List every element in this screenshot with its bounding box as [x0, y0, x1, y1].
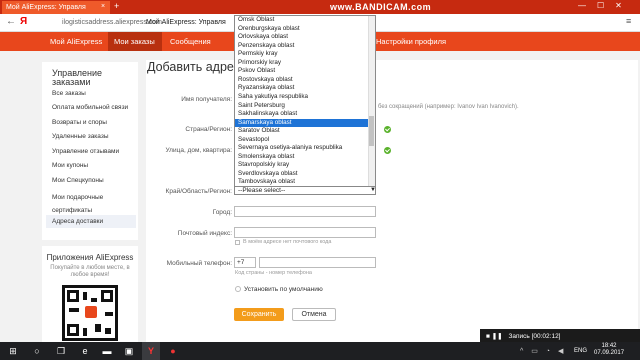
sidebar-item-mobile-payment[interactable]: Оплата мобильной связи [52, 104, 128, 111]
zip-label: Почтовый индекс: [177, 230, 232, 237]
start-windows-icon[interactable]: ⊞ [4, 342, 22, 360]
nav-my-aliexpress[interactable]: Мой AliExpress [50, 32, 110, 51]
dropdown-option[interactable]: Penzenskaya oblast [235, 42, 369, 51]
system-tray-icons[interactable]: ^ ▭ ◔ ◀ [520, 347, 566, 355]
default-radio[interactable] [235, 286, 241, 292]
minimize-icon[interactable]: — [578, 1, 586, 10]
nav-my-orders[interactable]: Мои заказы [108, 32, 162, 51]
window-controls[interactable]: — ☐ ✕ [578, 1, 622, 10]
yandex-browser-taskbar-icon[interactable]: Y [142, 342, 160, 360]
region-label: Край/Область/Регион: [165, 188, 232, 195]
edge-icon[interactable]: e [76, 342, 94, 360]
recording-time: Запись [00:02:12] [508, 333, 561, 340]
search-icon[interactable]: ○ [28, 342, 46, 360]
record-icon[interactable]: ■ ❚❚ [486, 333, 503, 340]
dropdown-option[interactable]: Saint Petersburg [235, 102, 369, 111]
dropdown-option-selected[interactable]: Samarskaya oblast [235, 118, 369, 128]
dropdown-option[interactable]: Rostovskaya oblast [235, 76, 369, 85]
name-label: Имя получателя: [181, 96, 232, 103]
dropdown-option[interactable]: Orlovskaya oblast [235, 33, 369, 42]
city-label: Город: [212, 209, 232, 216]
store-icon[interactable]: ▣ [120, 342, 138, 360]
dropdown-option[interactable]: Sevastopol [235, 136, 369, 145]
close-window-icon[interactable]: ✕ [615, 1, 622, 10]
tab-close-icon[interactable]: × [101, 3, 105, 10]
country-check-icon [384, 126, 391, 133]
app-promo-subtitle: Покупайте в любом месте, в любое время! [50, 265, 130, 278]
qr-code-icon [62, 285, 118, 341]
dropdown-option[interactable]: Omsk Oblast [235, 16, 369, 25]
city-input[interactable] [234, 206, 376, 217]
sidebar-item-all-orders[interactable]: Все заказы [52, 90, 86, 97]
name-hint: без сокращений (например: Ivanov Ivan Iv… [378, 104, 519, 110]
dropdown-option[interactable]: Pskov Oblast [235, 67, 369, 76]
phone-hint: Код страны - номер телефона [235, 270, 312, 276]
explorer-folder-icon[interactable]: ▬ [98, 342, 116, 360]
dropdown-option[interactable]: Permskiy kray [235, 50, 369, 59]
recording-bar: ■ ❚❚ Запись [00:02:12] [480, 329, 640, 342]
dropdown-scrollbar[interactable] [368, 16, 375, 190]
page-title: Мой AliExpress: Управля [146, 19, 226, 26]
no-zip-label: В моём адресе нет почтового кода [243, 239, 332, 245]
taskbar-clock[interactable]: 18:42 07.09.2017 [594, 343, 624, 357]
browser-tab[interactable]: Мой AliExpress: Управля [2, 1, 110, 14]
street-label: Улица, дом, квартира: [165, 147, 232, 154]
save-button[interactable]: Сохранить [234, 308, 284, 321]
dropdown-option[interactable]: Severnaya osetiya-alaniya respublika [235, 144, 369, 153]
task-view-icon[interactable]: ❐ [52, 342, 70, 360]
nav-profile-settings[interactable]: Настройки профиля [376, 32, 456, 51]
phone-code-input[interactable]: +7 [234, 257, 256, 268]
yandex-logo-icon[interactable]: Я [20, 16, 27, 27]
clock-date: 07.09.2017 [594, 350, 625, 356]
dropdown-option[interactable]: Stavropolskiy kray [235, 161, 369, 170]
dropdown-option[interactable]: Orenburgskaya oblast [235, 25, 369, 34]
back-arrow-icon[interactable]: ← [6, 16, 16, 27]
tab-title: Мой AliExpress: Управля [6, 4, 86, 11]
dropdown-scroll-thumb[interactable] [369, 116, 374, 146]
dropdown-option[interactable]: Ryazanskaya oblast [235, 84, 369, 93]
sidebar-item-returns[interactable]: Возвраты и споры [52, 119, 107, 126]
phone-label: Мобильный телефон: [166, 260, 232, 267]
sidebar-title: Управление заказами [52, 68, 103, 87]
zip-input[interactable] [234, 227, 376, 238]
street-check-icon [384, 147, 391, 154]
sidebar-item-addresses[interactable]: Адреса доставки [52, 218, 103, 225]
new-tab-button[interactable]: + [114, 1, 119, 11]
sidebar-item-special-coupons[interactable]: Мои Спецкупоны [52, 177, 104, 184]
language-indicator[interactable]: ENG [574, 348, 587, 354]
region-dropdown-list[interactable]: Omsk Oblast Orenburgskaya oblast Orlovsk… [234, 15, 376, 191]
dropdown-option[interactable]: Primorskiy kray [235, 59, 369, 68]
dropdown-option[interactable]: Sverdlovskaya oblast [235, 170, 369, 179]
cancel-button[interactable]: Отмена [292, 308, 336, 321]
sidebar-item-reviews[interactable]: Управление отзывами [52, 148, 119, 155]
nav-messages[interactable]: Сообщения [170, 32, 220, 51]
dropdown-option[interactable]: Sakhalinskaya oblast [235, 110, 369, 119]
dropdown-option[interactable]: Saratov Oblast [235, 127, 369, 136]
bandicam-taskbar-icon[interactable]: ● [164, 342, 182, 360]
sidebar-item-coupons[interactable]: Мои купоны [52, 162, 88, 169]
sidebar-item-gift-cards[interactable]: Мои подарочные сертификаты [52, 191, 132, 217]
sidebar-item-deleted[interactable]: Удаленные заказы [52, 133, 109, 140]
no-zip-checkbox[interactable] [235, 240, 240, 245]
recording-watermark: www.BANDICAM.com [330, 2, 432, 12]
phone-number-input[interactable] [259, 257, 376, 268]
default-label: Установить по умолчанию [244, 286, 323, 293]
dropdown-arrow-icon[interactable]: ▼ [370, 187, 376, 193]
dropdown-option[interactable]: Saha yakutiya respublika [235, 93, 369, 102]
dropdown-option[interactable]: Smolenskaya oblast [235, 153, 369, 162]
maximize-icon[interactable]: ☐ [597, 1, 604, 10]
browser-menu-icon[interactable]: ≡ [626, 16, 631, 26]
app-promo-title: Приложения AliExpress [46, 253, 134, 262]
form-heading: Добавить адрес [147, 60, 241, 74]
clock-time: 18:42 [601, 343, 617, 349]
region-select[interactable]: --Please select-- [234, 186, 376, 195]
country-label: Страна/Регион: [185, 126, 232, 133]
